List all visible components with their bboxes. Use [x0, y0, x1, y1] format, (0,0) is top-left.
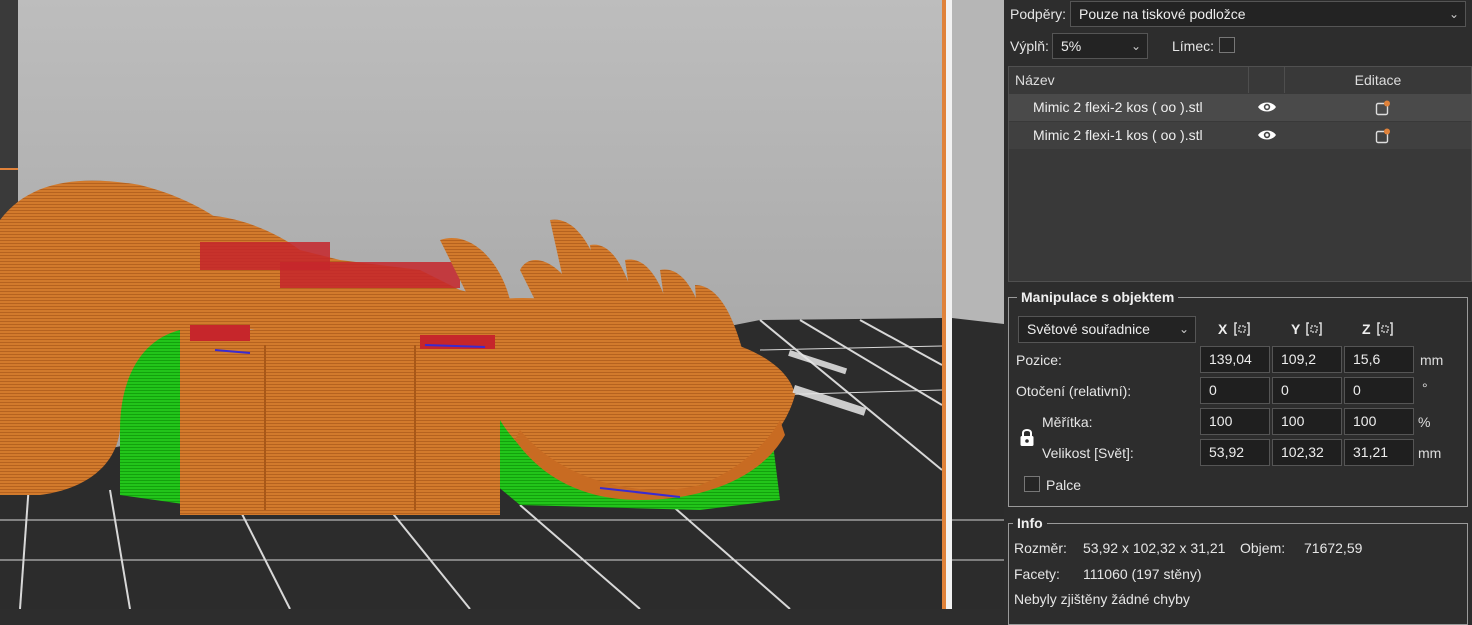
- edit-icon[interactable]: [1375, 128, 1391, 144]
- info-errors-text: Nebyly zjištěny žádné chyby: [1014, 591, 1190, 607]
- scale-x-input[interactable]: 100: [1200, 408, 1270, 435]
- position-unit: mm: [1420, 352, 1444, 368]
- coord-system-value: Světové souřadnice: [1027, 321, 1150, 337]
- eye-icon[interactable]: [1257, 128, 1277, 142]
- infill-select[interactable]: 5% ⌄: [1052, 33, 1148, 59]
- object-name: Mimic 2 flexi-2 kos ( oo ).stl: [1033, 99, 1203, 115]
- info-facets-value: 111060 (197 stěny): [1083, 566, 1202, 582]
- info-size-value: 53,92 x 102,32 x 31,21: [1083, 540, 1226, 556]
- object-list[interactable]: Název Editace Mimic 2 flexi-2 kos ( oo )…: [1008, 66, 1472, 282]
- lock-icon[interactable]: [1019, 427, 1035, 447]
- col-header-edit[interactable]: Editace: [1285, 67, 1471, 93]
- rotation-x-input[interactable]: 0: [1200, 377, 1270, 404]
- axis-x-label: X: [1218, 321, 1228, 337]
- object-row[interactable]: Mimic 2 flexi-2 kos ( oo ).stl: [1009, 94, 1471, 121]
- position-label: Pozice:: [1016, 352, 1062, 368]
- rotation-z-input[interactable]: 0: [1344, 377, 1414, 404]
- scene-render-secondary: [946, 0, 1004, 609]
- size-unit: mm: [1418, 445, 1442, 461]
- col-header-visibility[interactable]: [1249, 67, 1285, 93]
- 3d-viewport-secondary[interactable]: [946, 0, 1004, 609]
- infill-label: Výplň:: [1010, 38, 1049, 54]
- position-z-input[interactable]: 15,6: [1344, 346, 1414, 373]
- info-volume-label: Objem:: [1240, 540, 1286, 556]
- size-z-input[interactable]: 31,21: [1344, 439, 1414, 466]
- infill-value: 5%: [1061, 38, 1082, 54]
- eye-icon[interactable]: [1257, 100, 1277, 114]
- axis-z-label: Z: [1362, 321, 1371, 337]
- manipulation-title: Manipulace s objektem: [1021, 289, 1175, 305]
- chevron-down-icon: ⌄: [1130, 39, 1141, 53]
- position-y-input[interactable]: 109,2: [1272, 346, 1342, 373]
- rotation-unit: °: [1422, 380, 1428, 396]
- supports-select[interactable]: Pouze na tiskové podložce ⌄: [1070, 1, 1466, 27]
- scale-y-input[interactable]: 100: [1272, 408, 1342, 435]
- 3d-viewport[interactable]: [0, 0, 942, 609]
- scale-unit: %: [1418, 414, 1431, 430]
- info-title: Info: [1017, 515, 1043, 531]
- drop-to-bed-icon[interactable]: [1377, 321, 1393, 337]
- size-y-input[interactable]: 102,32: [1272, 439, 1342, 466]
- inches-checkbox[interactable]: [1024, 476, 1040, 492]
- scale-label: Měřítka:: [1042, 414, 1093, 430]
- right-panel: Podpěry: Pouze na tiskové podložce ⌄ Výp…: [1004, 0, 1472, 625]
- drop-to-bed-icon[interactable]: [1306, 321, 1322, 337]
- chevron-down-icon: ⌄: [1448, 7, 1459, 21]
- object-name: Mimic 2 flexi-1 kos ( oo ).stl: [1033, 127, 1203, 143]
- info-size-label: Rozměr:: [1014, 540, 1067, 556]
- model-box: [180, 330, 500, 515]
- object-row[interactable]: Mimic 2 flexi-1 kos ( oo ).stl: [1009, 122, 1471, 149]
- chevron-down-icon: ⌄: [1178, 322, 1189, 336]
- info-facets-label: Facety:: [1014, 566, 1060, 582]
- inches-label: Palce: [1046, 477, 1082, 493]
- rotation-label: Otočení (relativní):: [1016, 383, 1132, 399]
- col-header-name[interactable]: Název: [1009, 67, 1249, 93]
- position-x-input[interactable]: 139,04: [1200, 346, 1270, 373]
- axis-y-label: Y: [1291, 321, 1301, 337]
- rotation-y-input[interactable]: 0: [1272, 377, 1342, 404]
- info-volume-value: 71672,59: [1304, 540, 1363, 556]
- brim-label: Límec:: [1172, 38, 1215, 54]
- supports-value: Pouze na tiskové podložce: [1079, 6, 1246, 22]
- coord-system-select[interactable]: Světové souřadnice ⌄: [1018, 316, 1196, 343]
- edit-icon[interactable]: [1375, 100, 1391, 116]
- scale-z-input[interactable]: 100: [1344, 408, 1414, 435]
- size-x-input[interactable]: 53,92: [1200, 439, 1270, 466]
- scene-render: [0, 0, 942, 609]
- size-label: Velikost [Svět]:: [1042, 445, 1134, 461]
- brim-checkbox[interactable]: [1219, 37, 1235, 53]
- supports-label: Podpěry:: [1010, 6, 1067, 22]
- drop-to-bed-icon[interactable]: [1234, 321, 1250, 337]
